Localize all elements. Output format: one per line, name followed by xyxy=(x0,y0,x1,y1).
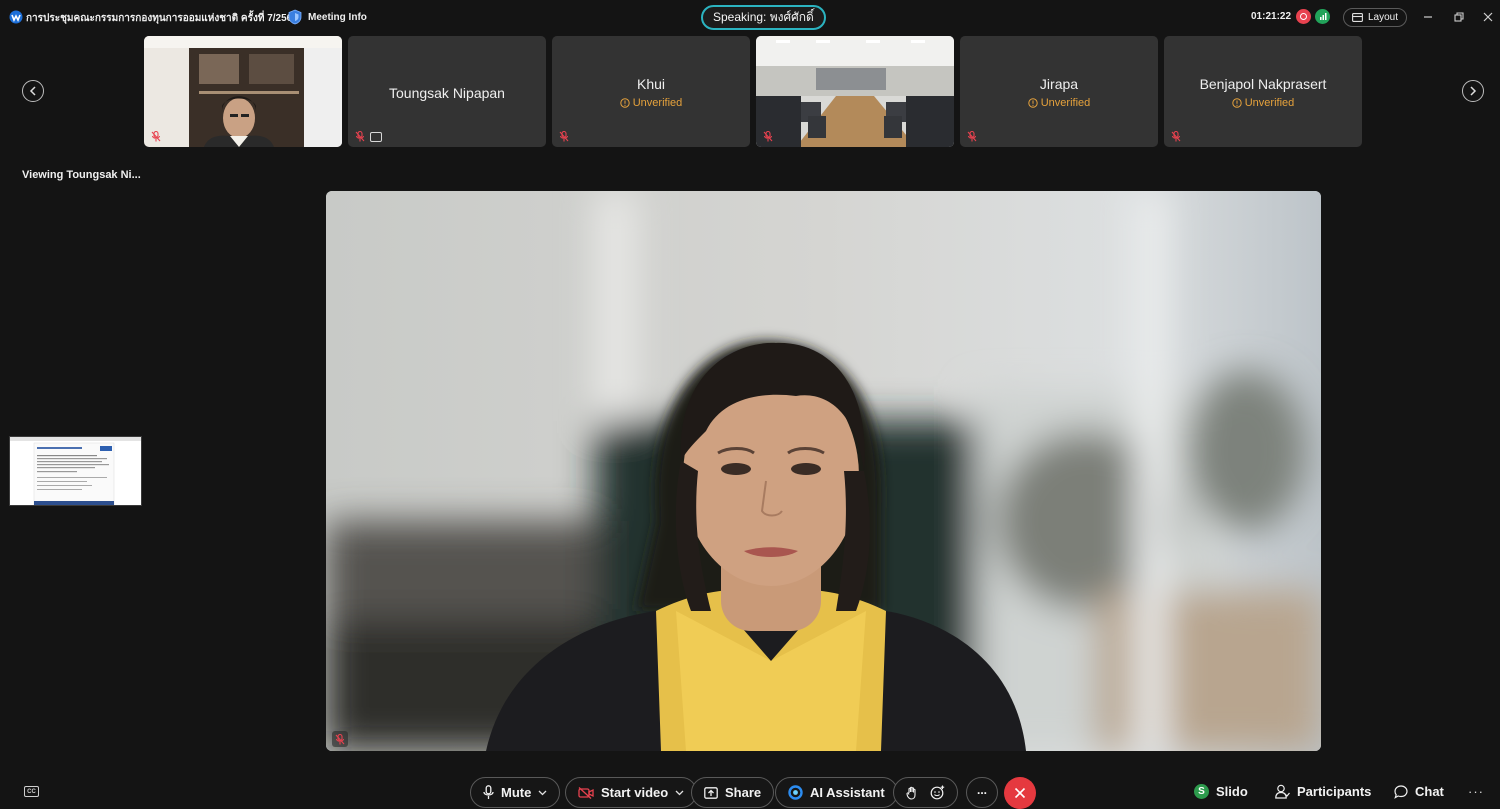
unverified-label: Unverified xyxy=(1244,97,1295,109)
ai-assistant-label: AI Assistant xyxy=(810,785,885,800)
microphone-icon xyxy=(483,785,494,799)
more-options-button[interactable]: ... xyxy=(966,777,998,808)
warning-circle-icon xyxy=(1232,98,1242,108)
chevron-down-icon[interactable] xyxy=(675,790,684,796)
minimize-button[interactable] xyxy=(1418,7,1438,27)
shield-icon xyxy=(288,9,302,25)
webex-logo-icon xyxy=(9,10,23,24)
chat-button[interactable]: Chat xyxy=(1394,784,1444,799)
slido-button[interactable]: S Slido xyxy=(1194,784,1248,799)
main-video-muted-indicator xyxy=(332,731,348,747)
unverified-badge: Unverified xyxy=(552,97,750,109)
chevron-down-icon[interactable] xyxy=(538,790,547,796)
slido-icon: S xyxy=(1194,784,1209,799)
share-button[interactable]: Share xyxy=(691,777,775,808)
network-status-icon[interactable] xyxy=(1315,9,1330,24)
ai-assistant-icon xyxy=(788,785,803,800)
participant-tile-benjapol[interactable]: Benjapol Nakprasert Unverified xyxy=(1164,36,1362,147)
unverified-badge: Unverified xyxy=(1164,97,1362,109)
filmstrip-prev-button[interactable] xyxy=(22,80,44,102)
share-screen-icon xyxy=(704,786,718,799)
meeting-title: การประชุมคณะกรรมการกองทุนการออมแห่งชาติ … xyxy=(26,13,298,24)
signal-bars-icon xyxy=(1320,13,1327,20)
unverified-label: Unverified xyxy=(632,97,683,109)
chevron-right-icon xyxy=(1470,86,1477,96)
shared-content-thumbnail[interactable] xyxy=(9,436,142,506)
participants-icon xyxy=(1275,784,1290,799)
start-video-button[interactable]: Start video xyxy=(565,777,698,808)
participant-name: Toungsak Nipapan xyxy=(389,85,505,101)
meeting-info-label: Meeting Info xyxy=(308,11,367,23)
start-video-label: Start video xyxy=(601,785,669,800)
muted-mic-icon xyxy=(355,131,365,142)
closed-captions-button[interactable]: CC xyxy=(24,786,39,797)
ai-assistant-button[interactable]: AI Assistant xyxy=(775,777,898,808)
participant-video-feed xyxy=(144,36,342,147)
participant-tile-jirapa[interactable]: Jirapa Unverified xyxy=(960,36,1158,147)
participants-label: Participants xyxy=(1297,784,1372,799)
restore-icon xyxy=(1454,12,1464,22)
more-options-label: ... xyxy=(976,783,987,797)
raise-hand-icon[interactable] xyxy=(906,786,918,800)
muted-mic-icon xyxy=(763,131,773,142)
participant-tile-video-room[interactable] xyxy=(756,36,954,147)
sharing-screen-icon xyxy=(370,132,382,142)
recording-icon[interactable] xyxy=(1296,9,1311,24)
close-window-button[interactable] xyxy=(1478,7,1498,27)
shared-document-preview xyxy=(10,437,141,505)
chat-label: Chat xyxy=(1415,784,1444,799)
chat-bubble-icon xyxy=(1394,784,1408,799)
meeting-controls-bar: CC Mute Start video Share AI Assistant .… xyxy=(0,772,1500,809)
active-participant-video xyxy=(326,191,1321,751)
viewing-label: Viewing Toungsak Ni... xyxy=(22,169,141,181)
muted-mic-icon xyxy=(335,733,345,744)
video-off-icon xyxy=(578,786,594,799)
active-speaker-indicator: Speaking: พงศ์ศักดิ์ xyxy=(701,5,826,30)
participant-name: Khui xyxy=(636,76,666,92)
layout-icon xyxy=(1352,13,1363,22)
leave-meeting-button[interactable] xyxy=(1004,777,1036,809)
mute-button[interactable]: Mute xyxy=(470,777,561,808)
unverified-badge: Unverified xyxy=(960,97,1158,109)
minimize-icon xyxy=(1424,16,1432,18)
participant-tile-khui[interactable]: Khui Unverified xyxy=(552,36,750,147)
filmstrip-next-button[interactable] xyxy=(1462,80,1484,102)
unverified-label: Unverified xyxy=(1040,97,1091,109)
main-video-feed[interactable] xyxy=(326,191,1321,751)
restore-button[interactable] xyxy=(1449,7,1469,27)
slido-label: Slido xyxy=(1216,784,1248,799)
reactions-emoji-icon[interactable] xyxy=(930,785,945,800)
muted-mic-icon xyxy=(559,131,569,142)
muted-mic-icon xyxy=(1171,131,1181,142)
meeting-info-button[interactable]: Meeting Info xyxy=(288,9,367,25)
muted-mic-icon xyxy=(151,131,161,142)
meeting-timer: 01:21:22 xyxy=(1251,11,1292,22)
participant-tile-toungsak[interactable]: Toungsak Nipapan xyxy=(348,36,546,147)
participant-tile-video-1[interactable] xyxy=(144,36,342,147)
chevron-left-icon xyxy=(29,86,36,96)
more-panels-button[interactable]: ··· xyxy=(1468,784,1484,799)
reactions-group[interactable] xyxy=(893,777,958,808)
layout-button[interactable]: Layout xyxy=(1343,8,1408,27)
close-icon xyxy=(1014,787,1026,799)
warning-circle-icon xyxy=(1028,98,1038,108)
warning-circle-icon xyxy=(620,98,630,108)
share-label: Share xyxy=(725,785,762,800)
layout-label: Layout xyxy=(1368,12,1399,23)
room-video-feed xyxy=(756,36,954,147)
participant-name: Jirapa xyxy=(1039,76,1079,92)
title-bar: การประชุมคณะกรรมการกองทุนการออมแห่งชาติ … xyxy=(0,0,1500,34)
muted-mic-icon xyxy=(967,131,977,142)
participants-button[interactable]: Participants xyxy=(1275,784,1371,799)
participant-name: Benjapol Nakprasert xyxy=(1199,76,1327,92)
close-icon xyxy=(1483,12,1493,22)
mute-label: Mute xyxy=(501,785,532,800)
